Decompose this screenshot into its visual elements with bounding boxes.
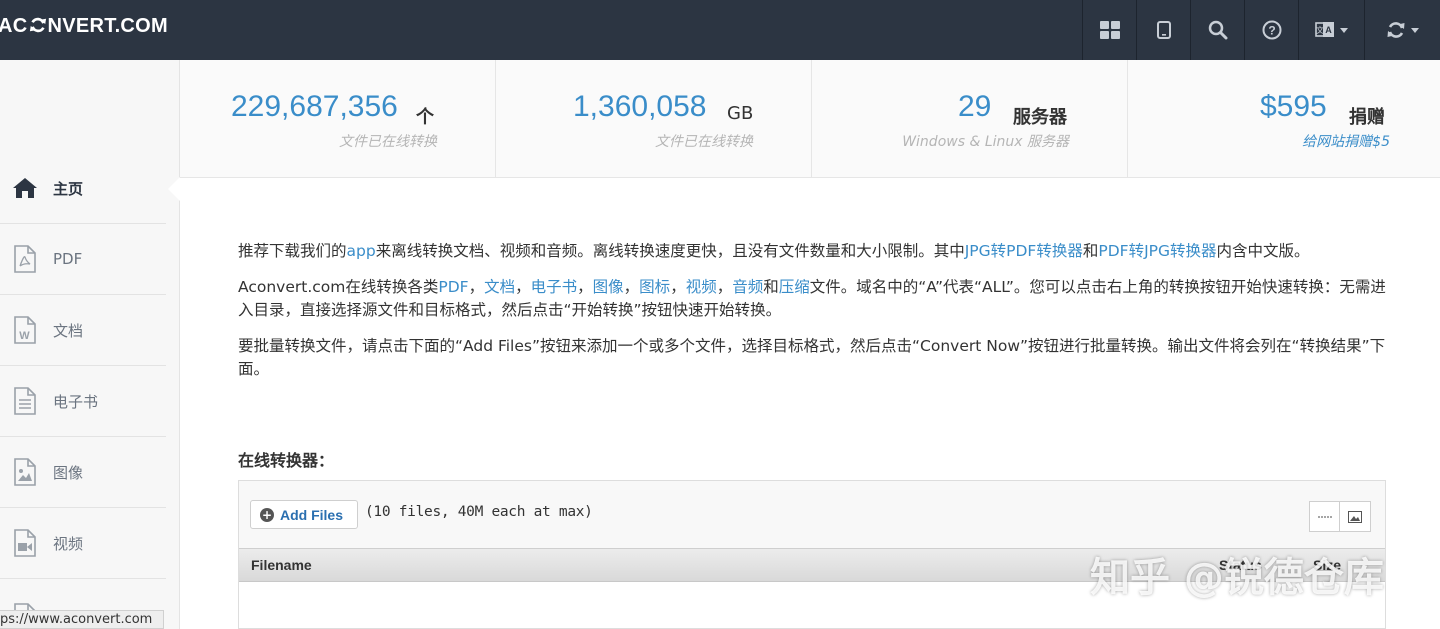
svg-text:?: ? <box>1268 24 1275 38</box>
sidebar-item-label: 主页 <box>53 179 84 198</box>
thumbnail-view-icon <box>1348 510 1362 523</box>
help-icon: ? <box>1262 20 1281 40</box>
view-toggle-group <box>1309 501 1371 532</box>
intro-text: 推荐下载我们的app来离线转换文档、视频和音频。离线转换速度更快，且没有文件数量… <box>238 240 1388 394</box>
tablet-icon <box>1156 21 1171 39</box>
sidebar-item-label: 视频 <box>53 534 84 553</box>
category-link-ebook[interactable]: 电子书 <box>531 278 578 296</box>
grid-icon <box>1099 21 1120 39</box>
intro-paragraph: 要批量转换文件，请点击下面的“Add Files”按钮来添加一个或多个文件，选择… <box>238 337 1386 378</box>
stat-value: 229,687,356 <box>231 90 398 123</box>
stat-caption: 文件已在线转换 <box>339 134 437 150</box>
convert-icon <box>1387 22 1405 38</box>
stat-servers: 29 服务器 Windows & Linux 服务器 <box>812 60 1128 178</box>
video-file-icon <box>12 529 38 557</box>
category-link-archive[interactable]: 压缩 <box>779 278 810 296</box>
column-header-filename[interactable]: Filename <box>251 557 312 573</box>
stat-files-converted: 229,687,356 个 文件已在线转换 <box>180 60 496 178</box>
stat-caption: Windows & Linux 服务器 <box>902 134 1069 150</box>
stat-unit: 捐赠 <box>1349 107 1385 128</box>
status-bar-url: ps://www.aconvert.com <box>0 610 164 629</box>
stat-donations: $595 捐赠 给网站捐赠$5 <box>1128 60 1440 178</box>
category-link-image[interactable]: 图像 <box>593 278 624 296</box>
svg-text:W: W <box>19 330 30 342</box>
stat-unit: GB <box>727 103 754 124</box>
ebook-file-icon <box>12 387 38 415</box>
image-file-icon <box>12 458 38 486</box>
active-indicator-arrow <box>168 176 181 202</box>
donate-link[interactable]: 给网站捐赠$5 <box>1302 131 1390 151</box>
logo-text-right: NVERT.COM <box>47 15 168 37</box>
svg-text:A: A <box>1325 25 1332 35</box>
converter-toolbar: + Add Files (10 files, 40M each at max) <box>239 481 1385 548</box>
stat-value: $595 <box>1260 90 1327 123</box>
search-button[interactable] <box>1190 0 1244 60</box>
category-link-pdf[interactable]: PDF <box>438 278 468 296</box>
category-link-audio[interactable]: 音频 <box>732 278 763 296</box>
stat-value: 29 <box>958 90 992 123</box>
stat-gb-converted: 1,360,058 GB 文件已在线转换 <box>496 60 812 178</box>
search-icon <box>1208 20 1227 40</box>
category-link-document[interactable]: 文档 <box>484 278 515 296</box>
top-navbar: AC NVERT.COM ? A文 <box>0 0 1440 60</box>
language-dropdown[interactable]: A文 <box>1298 0 1364 60</box>
quick-convert-dropdown[interactable] <box>1364 0 1440 60</box>
word-file-icon: W <box>12 316 38 344</box>
stats-bar: 229,687,356 个 文件已在线转换 1,360,058 GB 文件已在线… <box>180 60 1440 178</box>
plus-circle-icon: + <box>260 507 274 522</box>
sidebar-item-pdf[interactable]: PDF <box>0 224 166 295</box>
app-link[interactable]: app <box>347 242 376 260</box>
category-link-icon[interactable]: 图标 <box>639 278 670 296</box>
converter-heading: 在线转换器： <box>238 451 335 470</box>
file-limit-note: (10 files, 40M each at max) <box>365 504 593 520</box>
stat-unit: 服务器 <box>1013 107 1067 128</box>
sidebar-item-ebook[interactable]: 电子书 <box>0 366 166 437</box>
watermark-text: 知乎 @锐德仓库 <box>1090 555 1384 601</box>
sidebar: 主页 PDF W 文档 电子书 图像 视频 音频 <box>0 60 181 629</box>
category-link-video[interactable]: 视频 <box>686 278 717 296</box>
chevron-down-icon <box>1340 27 1348 33</box>
sidebar-item-video[interactable]: 视频 <box>0 508 166 579</box>
mobile-app-button[interactable] <box>1136 0 1190 60</box>
add-files-label: Add Files <box>280 506 344 523</box>
help-button[interactable]: ? <box>1244 0 1298 60</box>
svg-text:文: 文 <box>1316 25 1324 35</box>
sidebar-item-home[interactable]: 主页 <box>0 153 166 224</box>
intro-paragraph: 推荐下载我们的app来离线转换文档、视频和音频。离线转换速度更快，且没有文件数量… <box>238 242 1310 260</box>
jpg-to-pdf-link[interactable]: JPG转PDF转换器 <box>965 242 1083 260</box>
thumbnail-view-button[interactable] <box>1340 501 1371 532</box>
sidebar-item-label: 图像 <box>53 463 84 482</box>
add-files-button[interactable]: + Add Files <box>250 500 358 529</box>
language-icon: A文 <box>1315 22 1334 37</box>
sidebar-item-label: 电子书 <box>53 392 99 411</box>
home-icon <box>12 174 38 202</box>
sidebar-item-label: 文档 <box>53 321 84 340</box>
stat-unit: 个 <box>416 107 434 128</box>
list-view-button[interactable] <box>1309 501 1340 532</box>
pdf-to-jpg-link[interactable]: PDF转JPG转换器 <box>1098 242 1216 260</box>
pdf-file-icon <box>12 245 38 273</box>
sidebar-item-label: PDF <box>53 250 83 268</box>
chevron-down-icon <box>1411 27 1419 33</box>
list-view-icon <box>1317 515 1332 518</box>
nav-icon-group: ? A文 <box>1082 0 1440 60</box>
sidebar-item-document[interactable]: W 文档 <box>0 295 166 366</box>
stat-value: 1,360,058 <box>573 90 707 123</box>
intro-paragraph: Aconvert.com在线转换各类PDF，文档，电子书，图像，图标，视频，音频… <box>238 278 1386 319</box>
logo-refresh-icon <box>29 17 46 33</box>
stat-caption: 文件已在线转换 <box>655 134 753 150</box>
site-logo[interactable]: AC NVERT.COM <box>0 15 168 38</box>
grid-menu-button[interactable] <box>1082 0 1136 60</box>
sidebar-item-image[interactable]: 图像 <box>0 437 166 508</box>
logo-text-left: AC <box>0 15 28 37</box>
